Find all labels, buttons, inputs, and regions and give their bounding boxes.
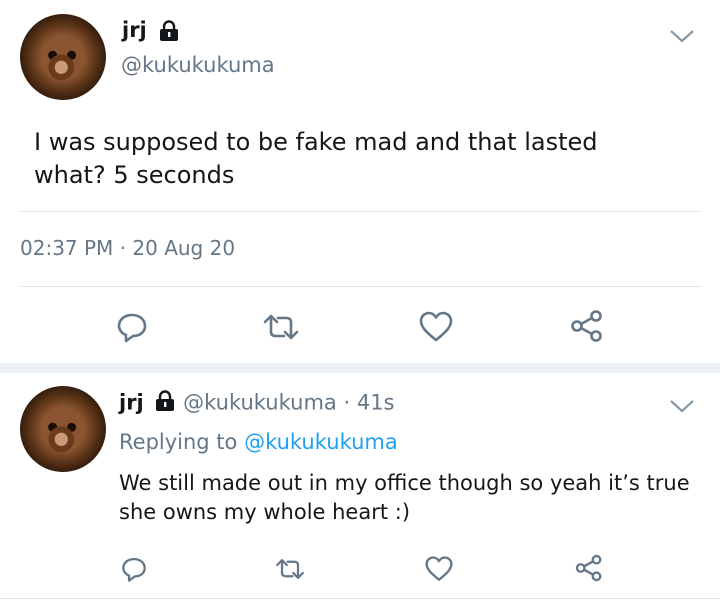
- reply-author-handle[interactable]: @kukukukuma: [183, 391, 337, 415]
- replying-handle[interactable]: @kukukukuma: [244, 430, 398, 454]
- retweet-icon: [263, 314, 299, 340]
- reply-text: We still made out in my office though so…: [119, 469, 709, 527]
- heart-icon: [425, 556, 453, 581]
- divider: [20, 286, 702, 287]
- reply-text-line: We still made out in my office though so…: [119, 471, 690, 495]
- lock-icon: [154, 390, 176, 417]
- reply-author-row: jrj @kukukukuma · 41s: [119, 390, 395, 417]
- retweet-icon: [276, 559, 304, 579]
- avatar[interactable]: [20, 386, 106, 472]
- tweet-text-line: what? 5 seconds: [34, 161, 235, 189]
- reply-age[interactable]: 41s: [357, 391, 395, 415]
- like-button[interactable]: [418, 310, 454, 344]
- chevron-down-icon[interactable]: [669, 28, 695, 44]
- reply-button[interactable]: [120, 555, 148, 583]
- replying-to: Replying to @kukukukuma: [119, 430, 398, 454]
- reply-icon: [117, 313, 147, 343]
- like-button[interactable]: [424, 555, 454, 583]
- author-handle[interactable]: @kukukukuma: [121, 53, 275, 77]
- tweet-date: 20 Aug 20: [132, 236, 236, 260]
- replying-prefix: Replying to: [119, 430, 238, 454]
- section-divider: [0, 363, 720, 373]
- tweet-timestamp[interactable]: 02:37 PM · 20 Aug 20: [20, 236, 235, 260]
- retweet-button[interactable]: [274, 555, 306, 583]
- share-button[interactable]: [574, 553, 604, 583]
- meta-separator: ·: [343, 390, 351, 415]
- reply-author-name[interactable]: jrj: [119, 391, 144, 415]
- meta-separator: ·: [119, 236, 127, 260]
- tweet-text-line: I was supposed to be fake mad and that l…: [34, 128, 598, 156]
- tweet-text: I was supposed to be fake mad and that l…: [34, 126, 694, 192]
- divider: [0, 598, 720, 599]
- divider: [20, 211, 702, 212]
- author-row: jrj: [122, 18, 180, 46]
- share-icon: [575, 554, 602, 582]
- lock-icon: [158, 19, 180, 46]
- share-button[interactable]: [569, 308, 605, 344]
- heart-icon: [419, 311, 453, 342]
- avatar[interactable]: [20, 14, 106, 100]
- share-icon: [571, 310, 602, 342]
- chevron-down-icon[interactable]: [669, 398, 695, 414]
- retweet-button[interactable]: [261, 310, 301, 344]
- reply-text-line: she owns my whole heart :): [119, 500, 411, 524]
- tweet-time: 02:37 PM: [20, 236, 114, 260]
- reply-icon: [122, 557, 146, 582]
- author-name[interactable]: jrj: [122, 18, 147, 42]
- reply-button[interactable]: [115, 310, 149, 344]
